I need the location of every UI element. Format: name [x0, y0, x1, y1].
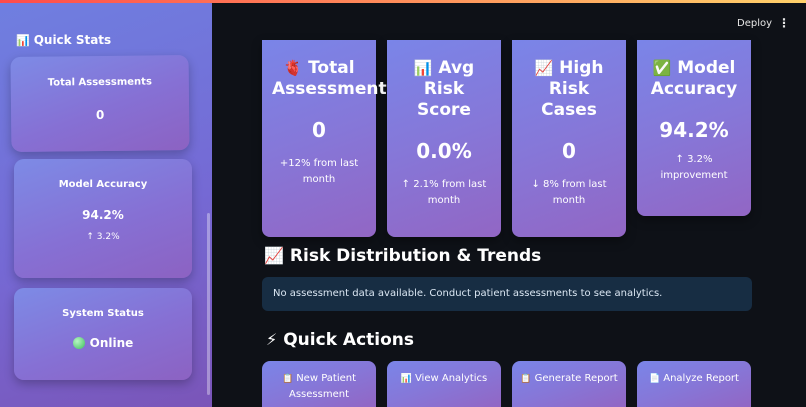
risk-section-title: Risk Distribution & Trends — [289, 246, 542, 266]
bar-chart-icon: 📊 — [16, 34, 30, 47]
trend-up-icon: 📈 — [264, 246, 284, 265]
generate-report-button[interactable]: 📋 Generate Report — [512, 361, 626, 407]
stat-title: 📈 High Risk Cases — [512, 58, 626, 121]
stat-delta: ↓ 8% from last month — [531, 179, 607, 206]
action-label: Generate Report — [534, 373, 618, 384]
sidebar-scrollbar[interactable] — [207, 213, 210, 395]
no-data-info-alert: No assessment data available. Conduct pa… — [262, 277, 752, 311]
bar-chart-icon: 📊 — [413, 59, 433, 77]
deploy-button[interactable]: Deploy — [737, 18, 772, 29]
quick-actions-title: Quick Actions — [283, 330, 415, 350]
card-value: 94.2% — [82, 208, 124, 222]
sidebar-title: 📊 Quick Stats — [16, 33, 111, 47]
risk-section-heading: 📈 Risk Distribution & Trends — [264, 246, 541, 266]
stat-title: 🫀 Total Assessments — [262, 58, 397, 100]
action-label: View Analytics — [414, 373, 488, 384]
sidebar-title-label: Quick Stats — [33, 33, 112, 47]
bar-chart-icon: 📊 — [400, 374, 412, 384]
stat-delta: +12% from last month — [279, 158, 359, 185]
card-title: Total Assessments — [47, 76, 152, 89]
check-icon: ✅ — [652, 59, 672, 77]
stat-delta: ↑ 3.2% improvement — [660, 154, 728, 181]
stat-card-total-assessments: 🫀 Total Assessments 0 +12% from last mon… — [262, 40, 397, 237]
stat-title: 📊 Avg Risk Score — [387, 58, 501, 121]
stat-value: 0 — [562, 139, 576, 163]
trend-up-icon: 📈 — [534, 59, 554, 77]
card-title: System Status — [62, 308, 144, 319]
analyze-report-button[interactable]: 📄 Analyze Report — [637, 361, 751, 407]
stat-title: ✅ Model Accuracy — [637, 58, 751, 100]
stat-card-model-accuracy: ✅ Model Accuracy 94.2% ↑ 3.2% improvemen… — [637, 40, 751, 216]
clipboard-icon: 📋 — [281, 374, 294, 384]
status-value: Online — [14, 336, 192, 350]
status-label: Online — [89, 336, 134, 350]
card-delta: ↑ 3.2% — [86, 232, 120, 242]
stat-delta: ↑ 2.1% from last month — [401, 179, 487, 206]
action-label: New Patient Assessment — [289, 373, 357, 400]
lightning-icon: ⚡ — [266, 330, 278, 349]
new-patient-assessment-button[interactable]: 📋 New Patient Assessment — [262, 361, 376, 407]
quick-actions-heading: ⚡ Quick Actions — [266, 330, 414, 350]
status-online-icon — [72, 337, 85, 349]
clipboard-icon: 📋 — [520, 374, 532, 384]
stat-value: 0.0% — [416, 139, 472, 163]
view-analytics-button[interactable]: 📊 View Analytics — [387, 361, 501, 407]
heart-icon: 🫀 — [283, 59, 303, 77]
stat-card-high-risk-cases: 📈 High Risk Cases 0 ↓ 8% from last month — [512, 40, 626, 237]
document-icon: 📄 — [649, 374, 661, 384]
main-menu-icon[interactable]: ⋮ — [778, 16, 790, 30]
stat-value: 0 — [312, 118, 326, 142]
sidebar-card-model-accuracy: Model Accuracy 94.2% ↑ 3.2% — [14, 159, 192, 278]
card-value: 0 — [95, 107, 105, 123]
card-title: Model Accuracy — [58, 179, 148, 190]
stat-value: 94.2% — [659, 118, 729, 142]
sidebar: 📊 Quick Stats Total Assessments 0 Model A… — [0, 3, 212, 407]
sidebar-card-system-status: System Status Online — [14, 288, 192, 380]
sidebar-card-total-assessments: Total Assessments 0 — [10, 55, 190, 152]
action-label: Analyze Report — [663, 373, 739, 384]
stat-card-avg-risk-score: 📊 Avg Risk Score 0.0% ↑ 2.1% from last m… — [387, 40, 501, 237]
